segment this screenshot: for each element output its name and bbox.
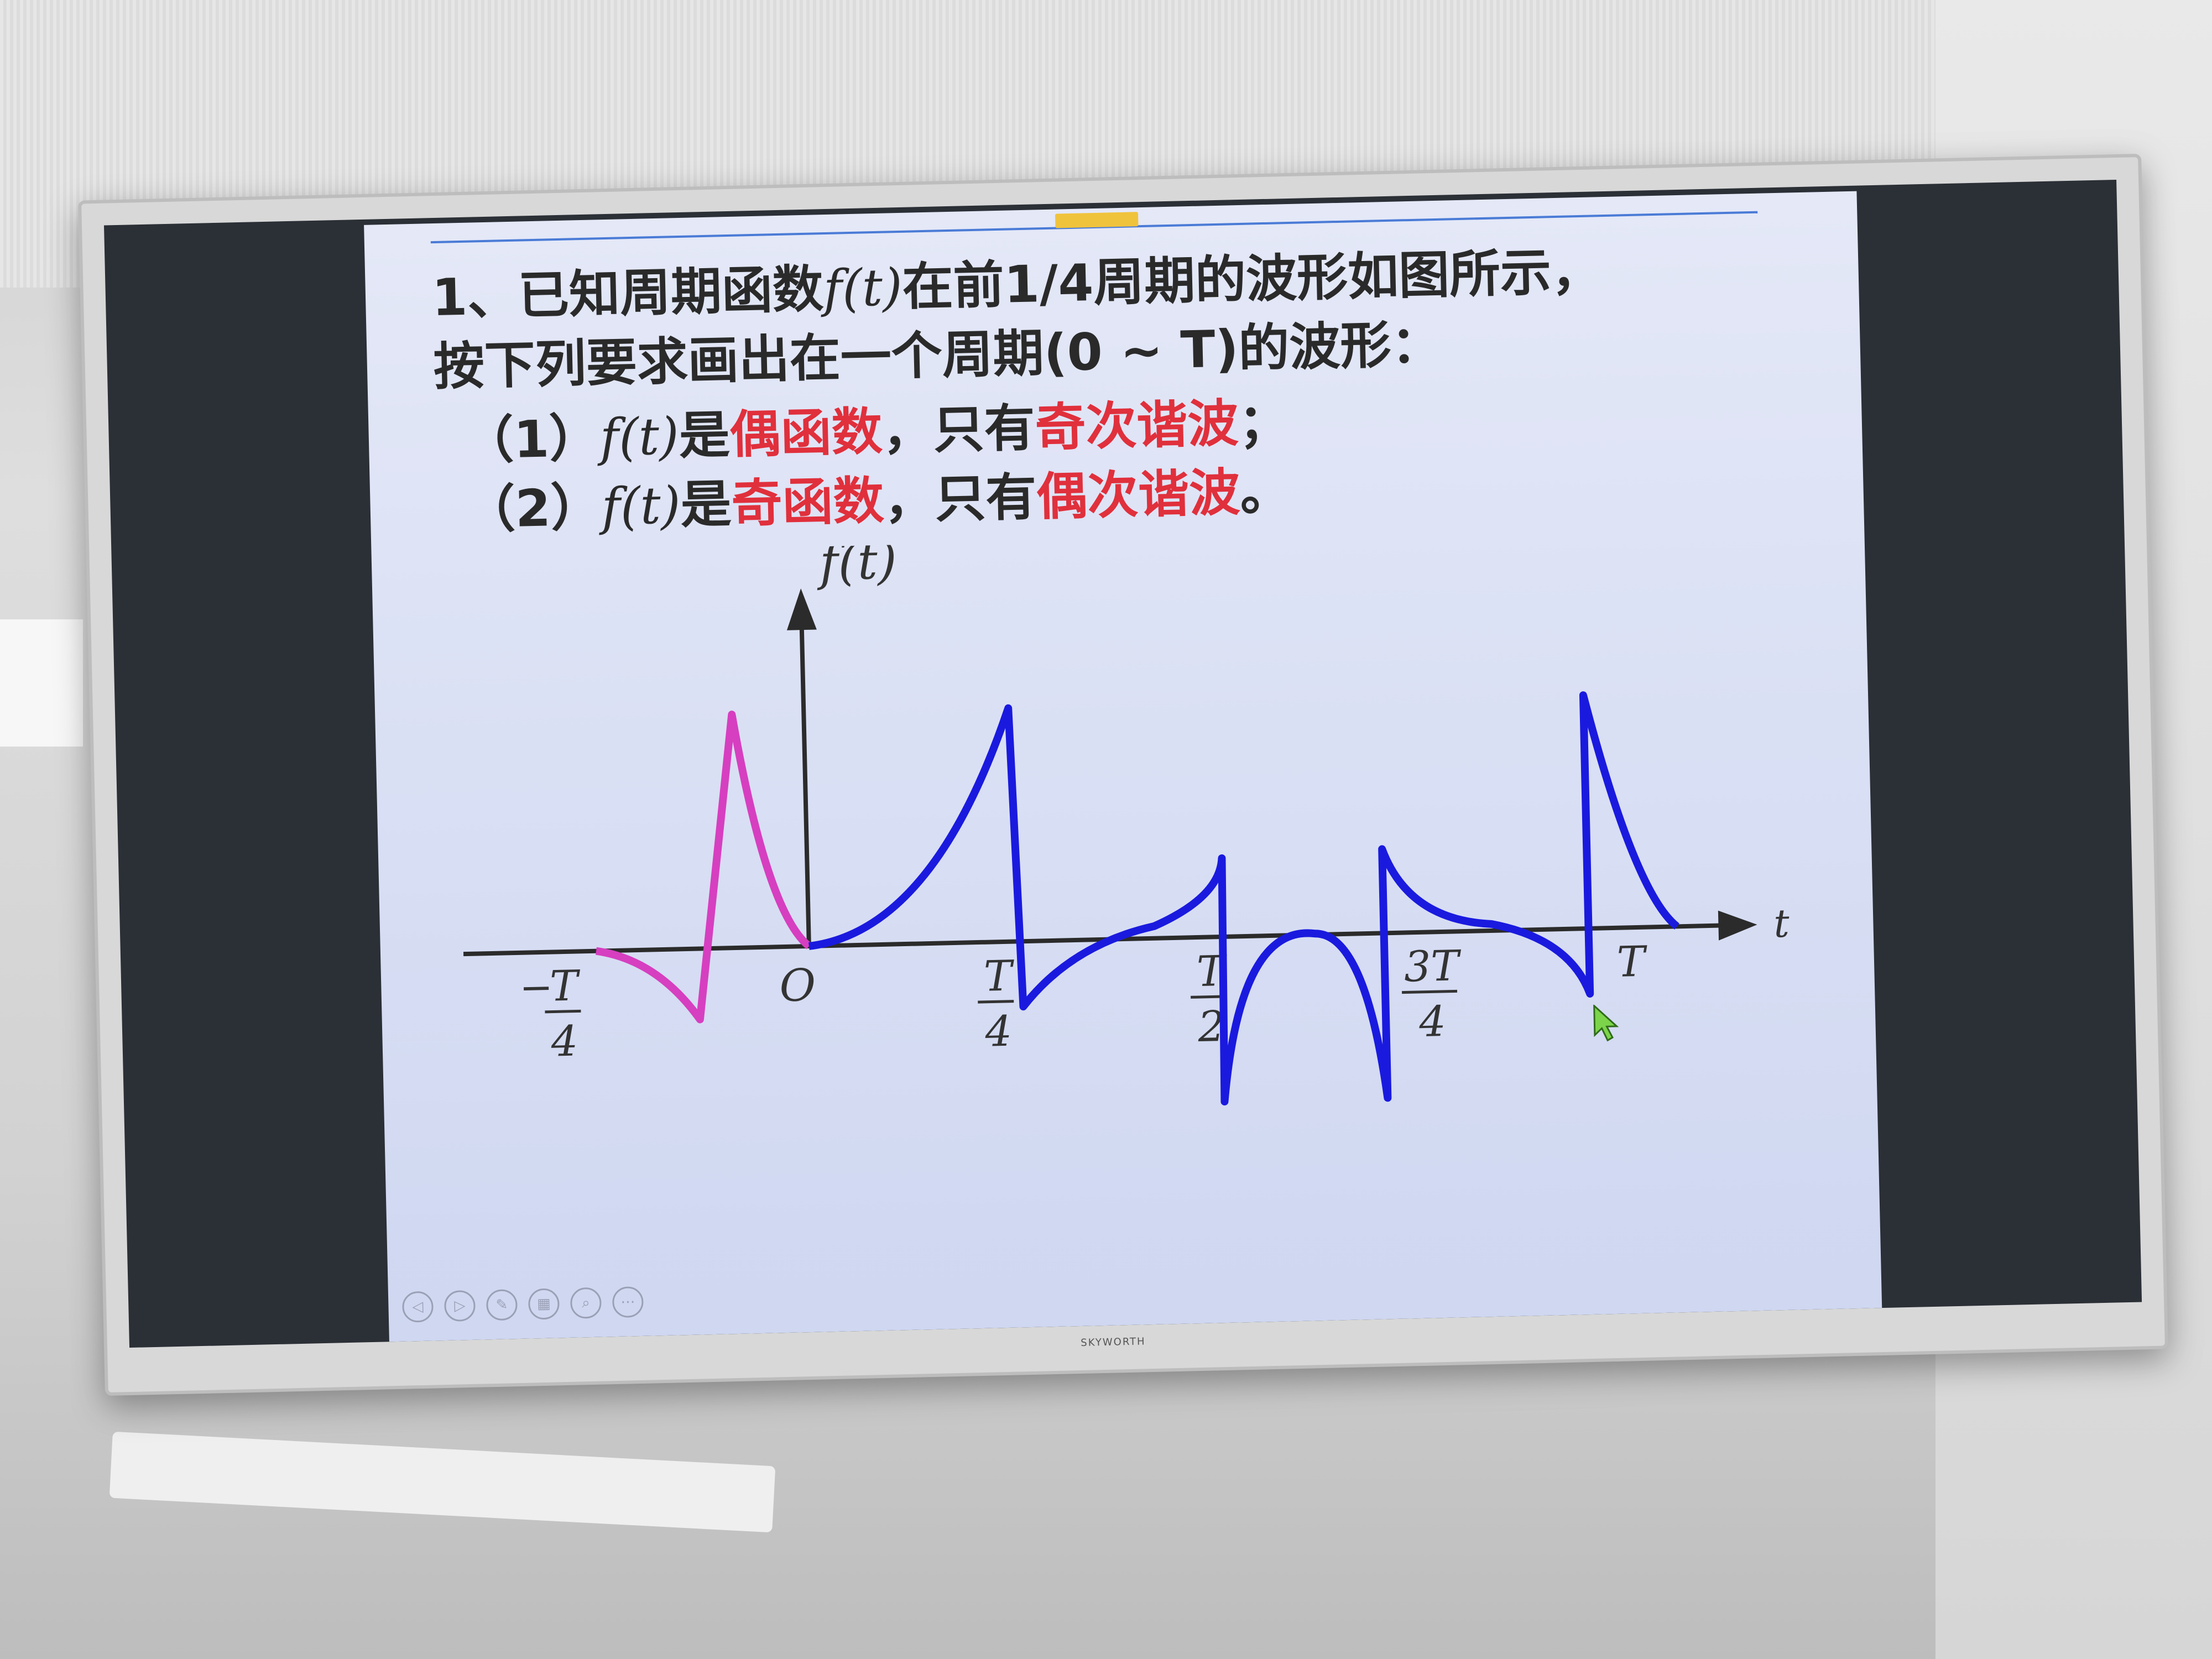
y-axis-label: f(t): [816, 532, 898, 592]
tick-numerator: 3T: [1404, 941, 1462, 991]
function-symbol: f(t): [822, 257, 903, 319]
tv-frame: 1、已知周期函数f(t)在前1/4周期的波形如图所示， 按下列要求画出在一个周期…: [77, 153, 2169, 1396]
slideshow-toolbar: ◁ ▷ ✎ ▦ ⌕ ⋯: [401, 1286, 644, 1325]
function-symbol: f(t): [599, 406, 680, 468]
tick-sign: −: [519, 964, 553, 1011]
item-text: 。: [1239, 461, 1292, 523]
tick-3t-over-4: 3T 4: [1402, 941, 1462, 1046]
function-symbol: f(t): [601, 476, 681, 537]
question-text: 1、已知周期函数: [431, 259, 825, 328]
presentation-slide: 1、已知周期函数f(t)在前1/4周期的波形如图所示， 按下列要求画出在一个周期…: [364, 191, 1882, 1342]
highlight-text: 奇次谐波: [1034, 394, 1239, 458]
tick-denominator: 4: [984, 1006, 1012, 1056]
t-axis-label: t: [1773, 901, 1790, 947]
tick-numerator: T: [549, 961, 581, 1010]
prev-icon[interactable]: ◁: [401, 1291, 434, 1323]
origin-label: O: [779, 959, 816, 1011]
pen-icon[interactable]: ✎: [486, 1289, 518, 1321]
item-text: ，只有: [883, 467, 1037, 530]
ceiling-light-fixture: [109, 1431, 776, 1533]
waveform-graph: f(t) t O − T 4 T 4 T 2 3T 4 T: [463, 532, 1790, 1105]
drawn-waveform: [808, 691, 1679, 1105]
item-number: （1）: [462, 408, 601, 471]
tick-denominator: 4: [550, 1016, 578, 1066]
more-icon[interactable]: ⋯: [612, 1286, 644, 1318]
window-light: [0, 619, 83, 747]
tick-minus-t-over-4: − T 4: [519, 961, 581, 1066]
question-text: 在前1/4周期的波形如图所示，: [901, 242, 1603, 317]
y-axis: [799, 624, 811, 947]
item-text: 是: [680, 474, 732, 535]
item-number: （2）: [463, 477, 603, 540]
item-text: ；: [1238, 393, 1290, 453]
tick-numerator: T: [983, 951, 1015, 1001]
highlight-text: 奇函数: [731, 471, 885, 534]
highlight-text: 偶函数: [729, 401, 883, 465]
next-icon[interactable]: ▷: [444, 1290, 476, 1322]
grid-icon[interactable]: ▦: [528, 1288, 560, 1320]
slide-logo: [1055, 212, 1139, 228]
tv-screen: 1、已知周期函数f(t)在前1/4周期的波形如图所示， 按下列要求画出在一个周期…: [103, 179, 2142, 1348]
y-axis-arrow: [786, 588, 817, 630]
given-waveform-segment: [596, 711, 812, 1024]
t-axis-arrow: [1718, 910, 1757, 941]
tick-t-over-4: T 4: [978, 951, 1015, 1056]
tick-denominator: 4: [1418, 997, 1446, 1046]
item-text: 是: [678, 405, 731, 466]
zoom-icon[interactable]: ⌕: [570, 1287, 602, 1319]
item-text: ，只有: [881, 398, 1036, 461]
tick-t: T: [1616, 937, 1648, 987]
tv-brand-label: SKYWORTH: [1081, 1335, 1146, 1349]
highlight-text: 偶次谐波: [1036, 463, 1241, 527]
mouse-cursor-icon: [1593, 1004, 1619, 1042]
tick-numerator: T: [1616, 937, 1648, 987]
